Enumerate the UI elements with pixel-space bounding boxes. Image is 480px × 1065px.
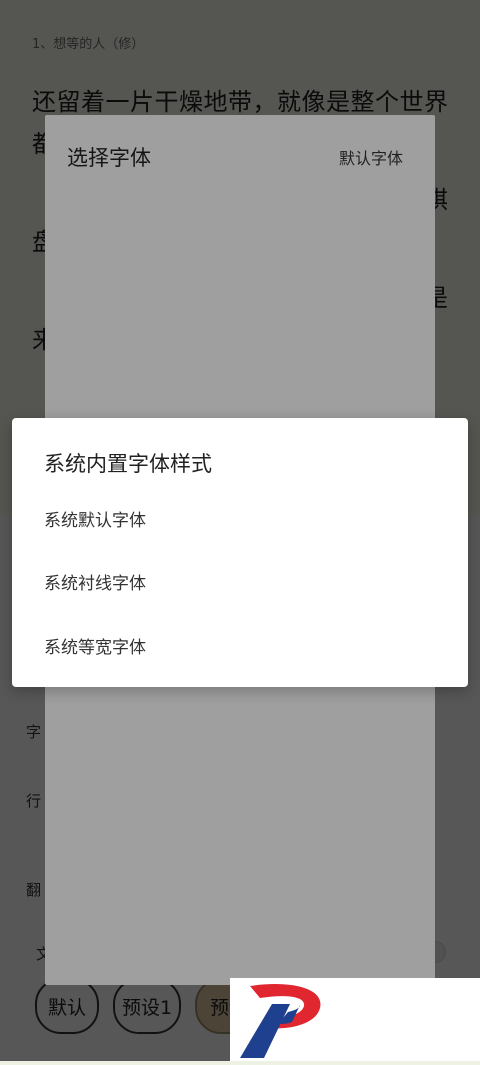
menu-item-label: 系统衬线字体 <box>44 573 146 594</box>
watermark-logo <box>230 978 480 1061</box>
menu-item-label: 系统默认字体 <box>44 510 146 531</box>
menu-item-serif-font[interactable]: 系统衬线字体 <box>12 553 468 609</box>
menu-item-label: 系统等宽字体 <box>44 637 146 658</box>
brand-logo-icon <box>240 984 321 1058</box>
menu-item-monospace-font[interactable]: 系统等宽字体 <box>12 617 468 673</box>
menu-item-default-font[interactable]: 系统默认字体 <box>12 490 468 546</box>
system-font-menu: 系统内置字体样式 系统默认字体 系统衬线字体 系统等宽字体 <box>12 418 468 687</box>
menu-title: 系统内置字体样式 <box>44 452 212 476</box>
